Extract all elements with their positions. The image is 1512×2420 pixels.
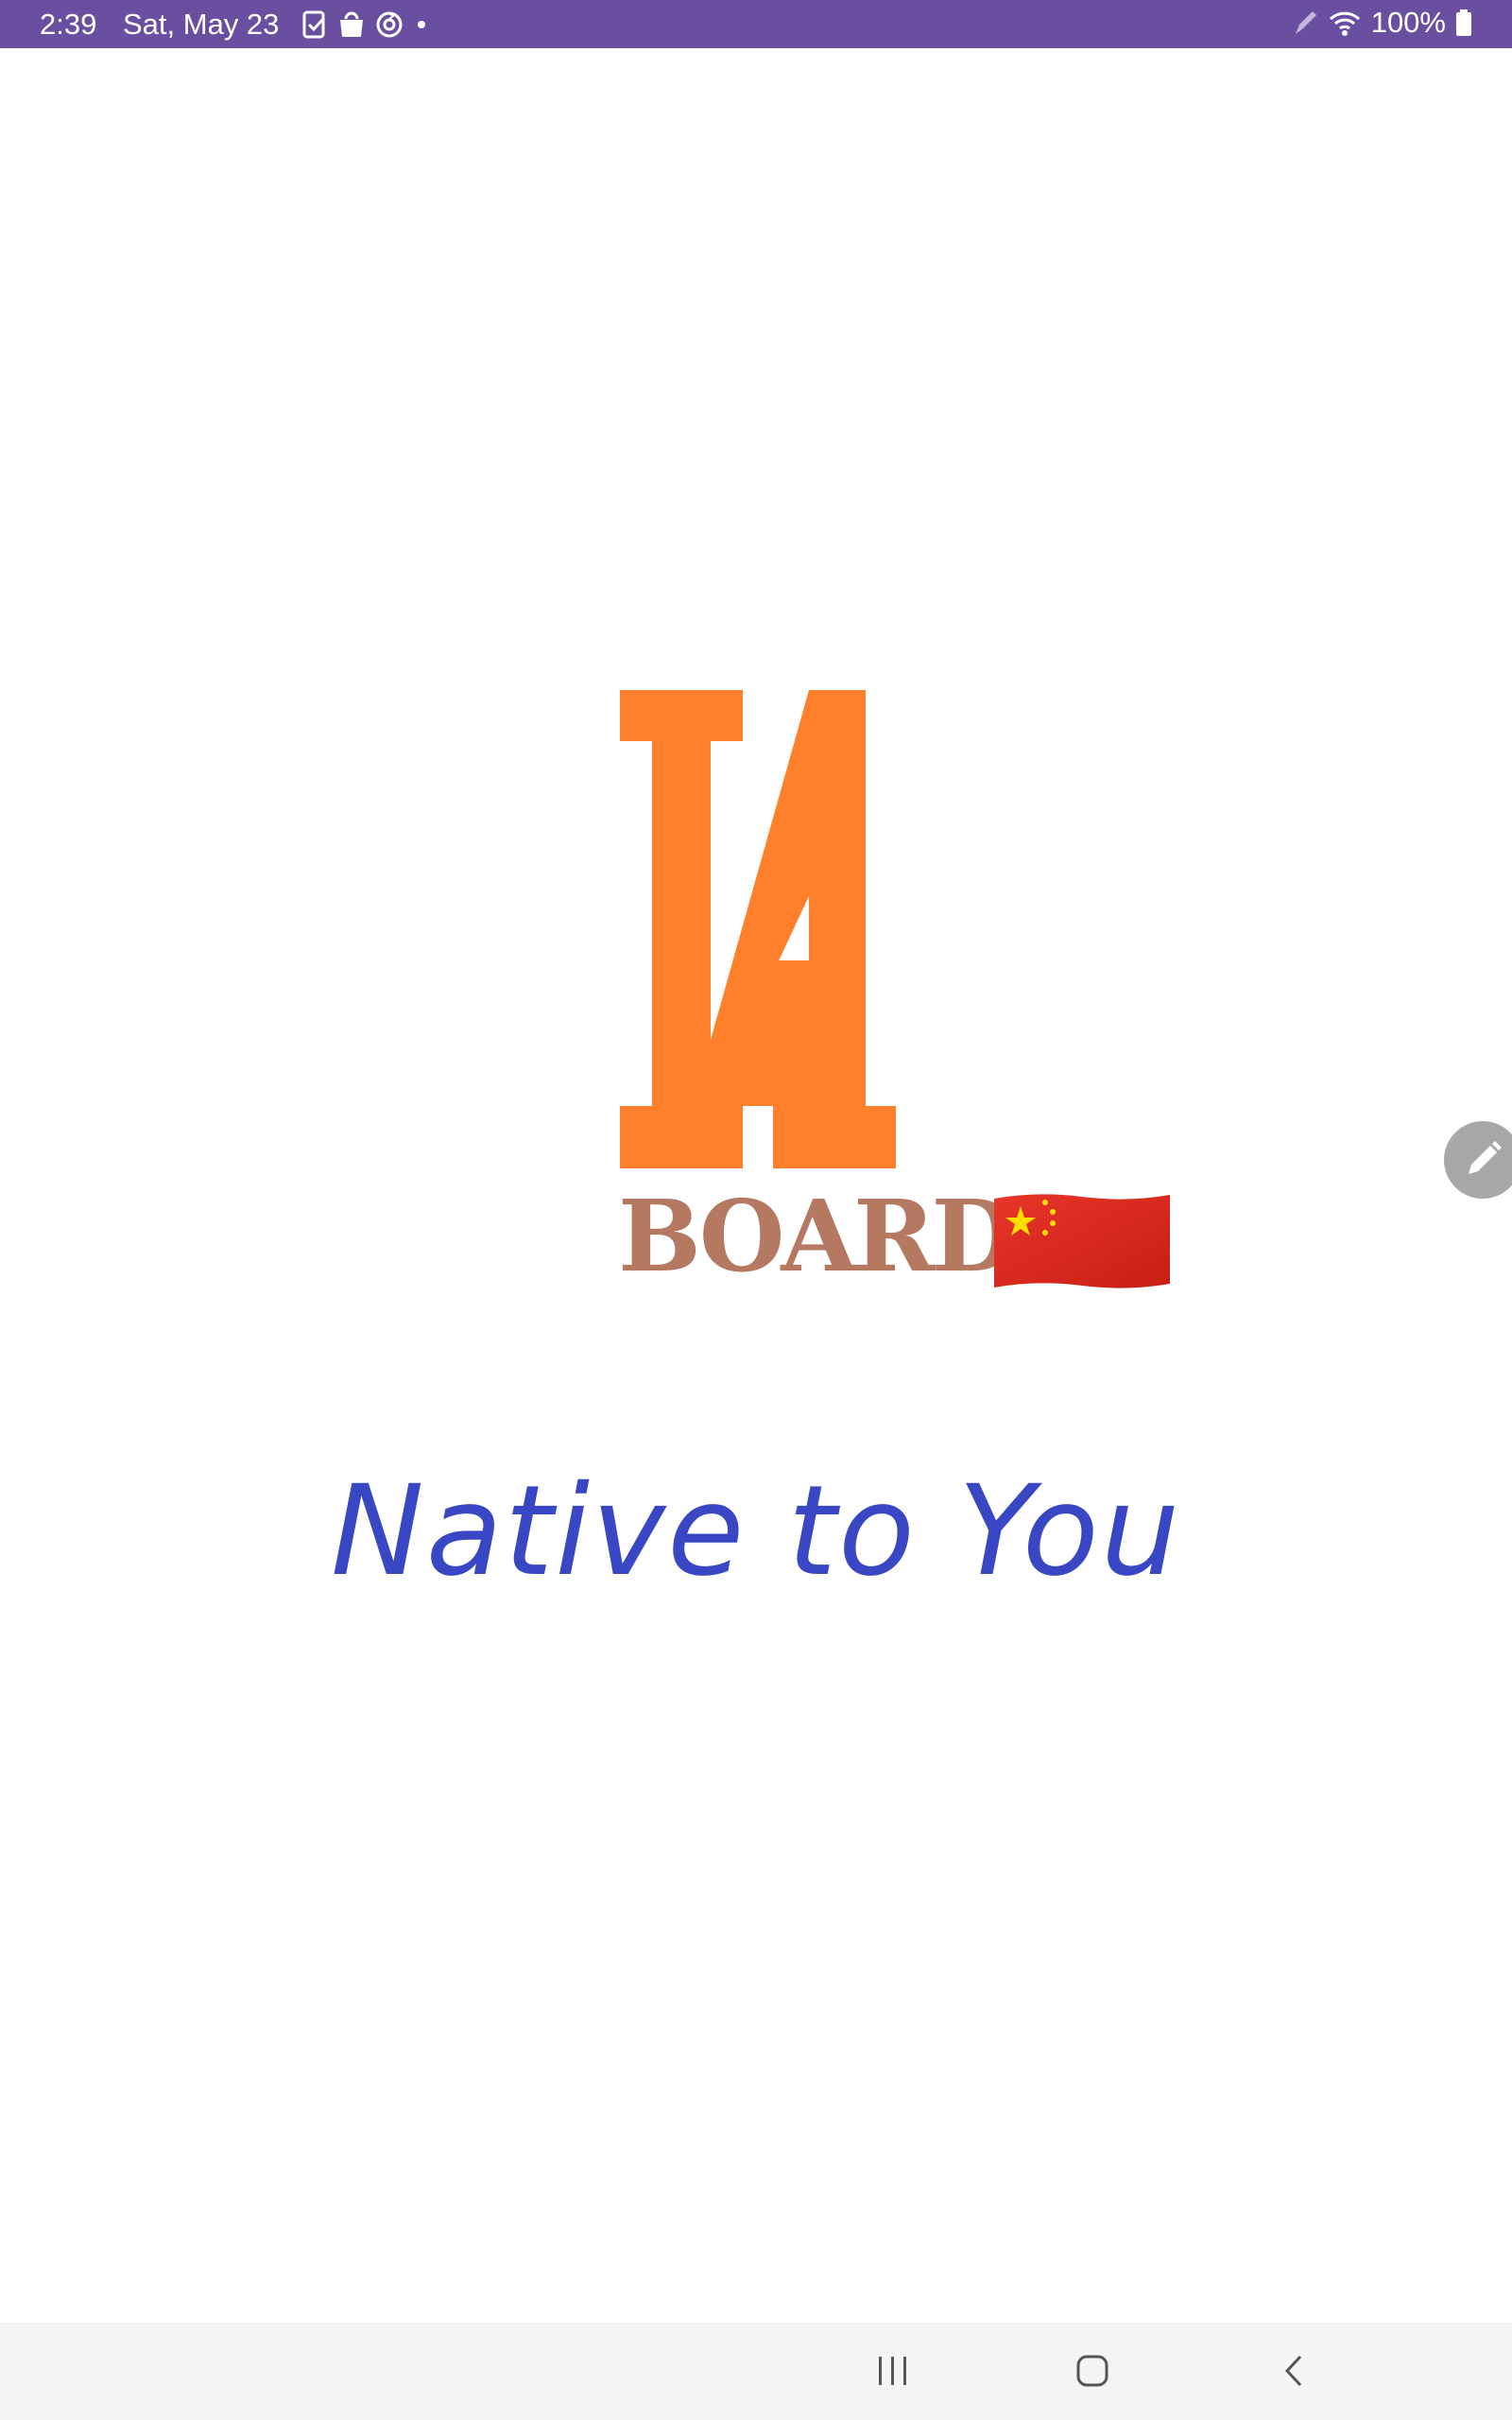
status-date: Sat, May 23 <box>123 8 280 41</box>
pen-icon <box>1295 11 1316 34</box>
n-logo-icon <box>620 690 896 1168</box>
navigation-bar <box>0 2323 1512 2420</box>
china-flag-icon <box>994 1194 1170 1288</box>
battery-percent: 100% <box>1370 6 1446 39</box>
shopping-bag-icon <box>340 11 363 37</box>
edit-floating-button[interactable] <box>1444 1121 1512 1199</box>
tagline-text: Native to You <box>331 1459 1182 1604</box>
pencil-icon <box>1469 1141 1502 1174</box>
home-icon <box>1076 2355 1108 2387</box>
back-icon <box>1284 2355 1302 2387</box>
status-time: 2:39 <box>40 8 97 41</box>
system-status-icons: 100% <box>1292 6 1472 40</box>
recents-button[interactable] <box>841 2323 945 2420</box>
home-button[interactable] <box>1041 2323 1145 2420</box>
back-button[interactable] <box>1242 2323 1346 2420</box>
task-check-icon <box>302 10 325 39</box>
sync-icon <box>376 11 403 38</box>
dot-icon <box>418 21 425 28</box>
recents-icon <box>879 2357 906 2385</box>
brand-board-text: BOARD <box>618 1178 1017 1294</box>
status-bar: 2:39 Sat, May 23 100% <box>0 0 1512 48</box>
wifi-icon <box>1329 11 1360 36</box>
battery-icon <box>1456 9 1471 36</box>
notification-icons <box>301 9 431 40</box>
